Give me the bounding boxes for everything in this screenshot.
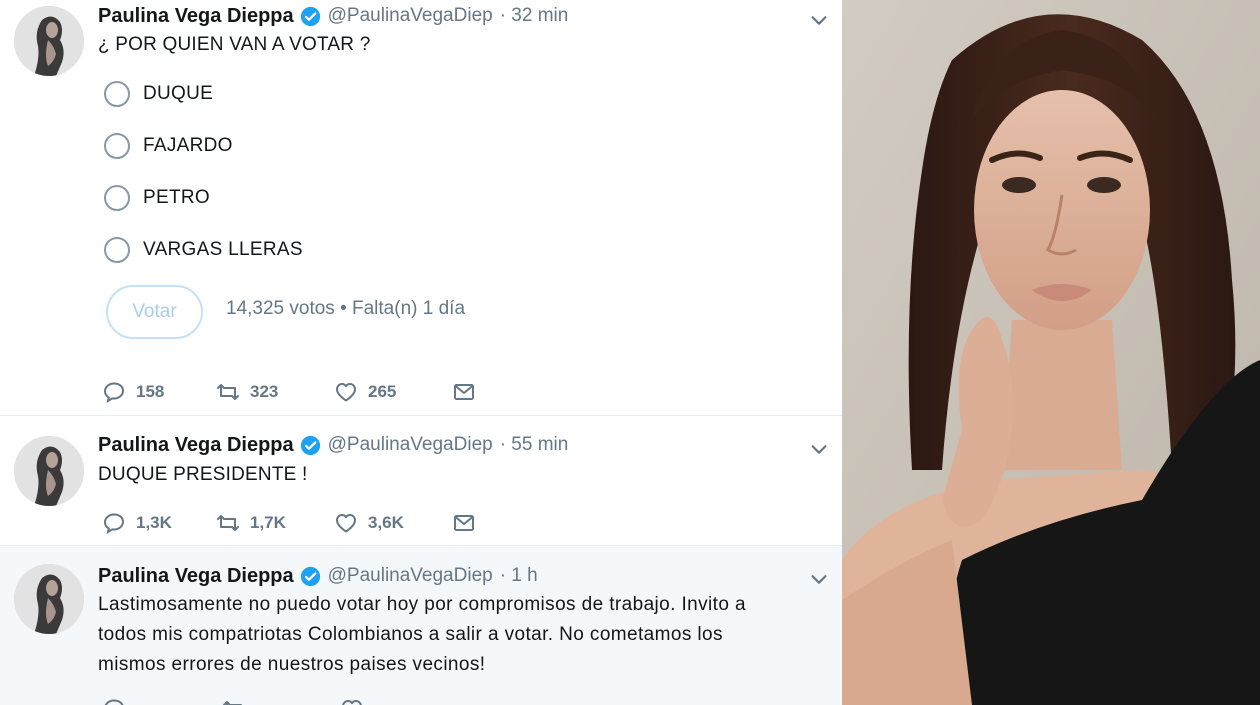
poll-meta: 14,325 votos • Falta(n) 1 día [226, 298, 466, 319]
tweet: Paulina Vega Dieppa @PaulinaVegaDiep · 5… [0, 416, 842, 546]
poll-option-label: FAJARDO [143, 135, 233, 156]
tweet-timestamp[interactable]: · 55 min [500, 434, 569, 456]
avatar[interactable] [14, 436, 84, 506]
chevron-down-icon[interactable] [808, 9, 830, 31]
like-action[interactable]: 265 [334, 380, 452, 404]
tweet-actions: 158 323 265 [102, 379, 476, 405]
radio-button[interactable] [104, 81, 130, 107]
user-handle[interactable]: @PaulinaVegaDiep [328, 434, 493, 456]
poll-option-label: VARGAS LLERAS [143, 239, 303, 260]
poll-option-label: DUQUE [143, 83, 214, 104]
tweet-text: Lastimosamente no puedo votar hoy por co… [98, 590, 746, 680]
tweet-text-line: todos mis compatriotas Colombianos a sal… [98, 624, 723, 645]
reply-icon [104, 699, 124, 705]
reply-icon [103, 513, 125, 535]
verified-badge-icon [300, 435, 321, 456]
user-handle[interactable]: @PaulinaVegaDiep [328, 5, 493, 27]
verified-badge-icon [300, 6, 321, 27]
chevron-down-icon[interactable] [808, 568, 830, 590]
like-icon [342, 700, 362, 705]
radio-button[interactable] [104, 133, 130, 159]
retweet-count: 323 [250, 382, 279, 401]
radio-button[interactable] [104, 185, 130, 211]
retweet-icon [217, 515, 239, 531]
poll-option[interactable]: PETRO [104, 183, 210, 213]
tweet-text-line: Lastimosamente no puedo votar hoy por co… [98, 594, 746, 615]
display-name[interactable]: Paulina Vega Dieppa [98, 434, 294, 457]
radio-button[interactable] [104, 237, 130, 263]
poll-option-label: PETRO [143, 187, 210, 208]
avatar[interactable] [14, 564, 84, 634]
reply-count: 158 [136, 382, 165, 401]
tweet-header: Paulina Vega Dieppa @PaulinaVegaDiep · 3… [98, 2, 568, 30]
reply-action[interactable]: 158 [102, 380, 222, 404]
tweet-text: DUQUE PRESIDENTE ! [98, 464, 308, 485]
display-name[interactable]: Paulina Vega Dieppa [98, 5, 294, 28]
display-name[interactable]: Paulina Vega Dieppa [98, 565, 294, 588]
direct-message-action[interactable] [452, 511, 476, 535]
like-count: 3,6K [368, 513, 404, 532]
reply-action[interactable]: 1,3K [102, 511, 222, 535]
poll-option[interactable]: DUQUE [104, 79, 213, 109]
reply-count: 1,3K [136, 513, 172, 532]
like-icon [336, 383, 356, 402]
tweet-poll: Paulina Vega Dieppa @PaulinaVegaDiep · 3… [0, 0, 842, 416]
like-action[interactable] [340, 697, 458, 705]
direct-message-icon [454, 515, 474, 531]
vote-button[interactable]: Votar [106, 285, 203, 339]
direct-message-icon [454, 384, 474, 400]
user-handle[interactable]: @PaulinaVegaDiep [328, 565, 493, 587]
verified-badge-icon [300, 566, 321, 587]
like-action[interactable]: 3,6K [334, 511, 452, 535]
tweet-actions [102, 696, 458, 705]
retweet-count: 1,7K [250, 513, 286, 532]
poll-option[interactable]: FAJARDO [104, 131, 233, 161]
like-count: 265 [368, 382, 397, 401]
retweet-action[interactable] [222, 697, 340, 705]
retweet-icon [223, 701, 242, 705]
tweet-text-line: mismos errores de nuestros paises vecino… [98, 654, 486, 675]
tweet-timestamp[interactable]: · 32 min [500, 5, 569, 27]
like-icon [336, 514, 356, 533]
poll-option[interactable]: VARGAS LLERAS [104, 235, 303, 265]
chevron-down-icon[interactable] [808, 438, 830, 460]
twitter-feed: Paulina Vega Dieppa @PaulinaVegaDiep · 3… [0, 0, 842, 705]
tweet-text: ¿ POR QUIEN VAN A VOTAR ? [98, 34, 371, 55]
portrait-photo [842, 0, 1260, 705]
reply-action[interactable] [102, 697, 222, 705]
tweet: Paulina Vega Dieppa @PaulinaVegaDiep · 1… [0, 546, 842, 705]
retweet-action[interactable]: 323 [216, 380, 334, 404]
tweet-header: Paulina Vega Dieppa @PaulinaVegaDiep · 1… [98, 562, 538, 590]
tweet-header: Paulina Vega Dieppa @PaulinaVegaDiep · 5… [98, 431, 568, 459]
retweet-action[interactable]: 1,7K [216, 511, 334, 535]
tweet-actions: 1,3K 1,7K 3,6K [102, 510, 476, 536]
direct-message-action[interactable] [452, 380, 476, 404]
retweet-icon [217, 384, 239, 400]
reply-icon [103, 382, 125, 404]
tweet-timestamp[interactable]: · 1 h [500, 565, 538, 587]
avatar[interactable] [14, 6, 84, 76]
